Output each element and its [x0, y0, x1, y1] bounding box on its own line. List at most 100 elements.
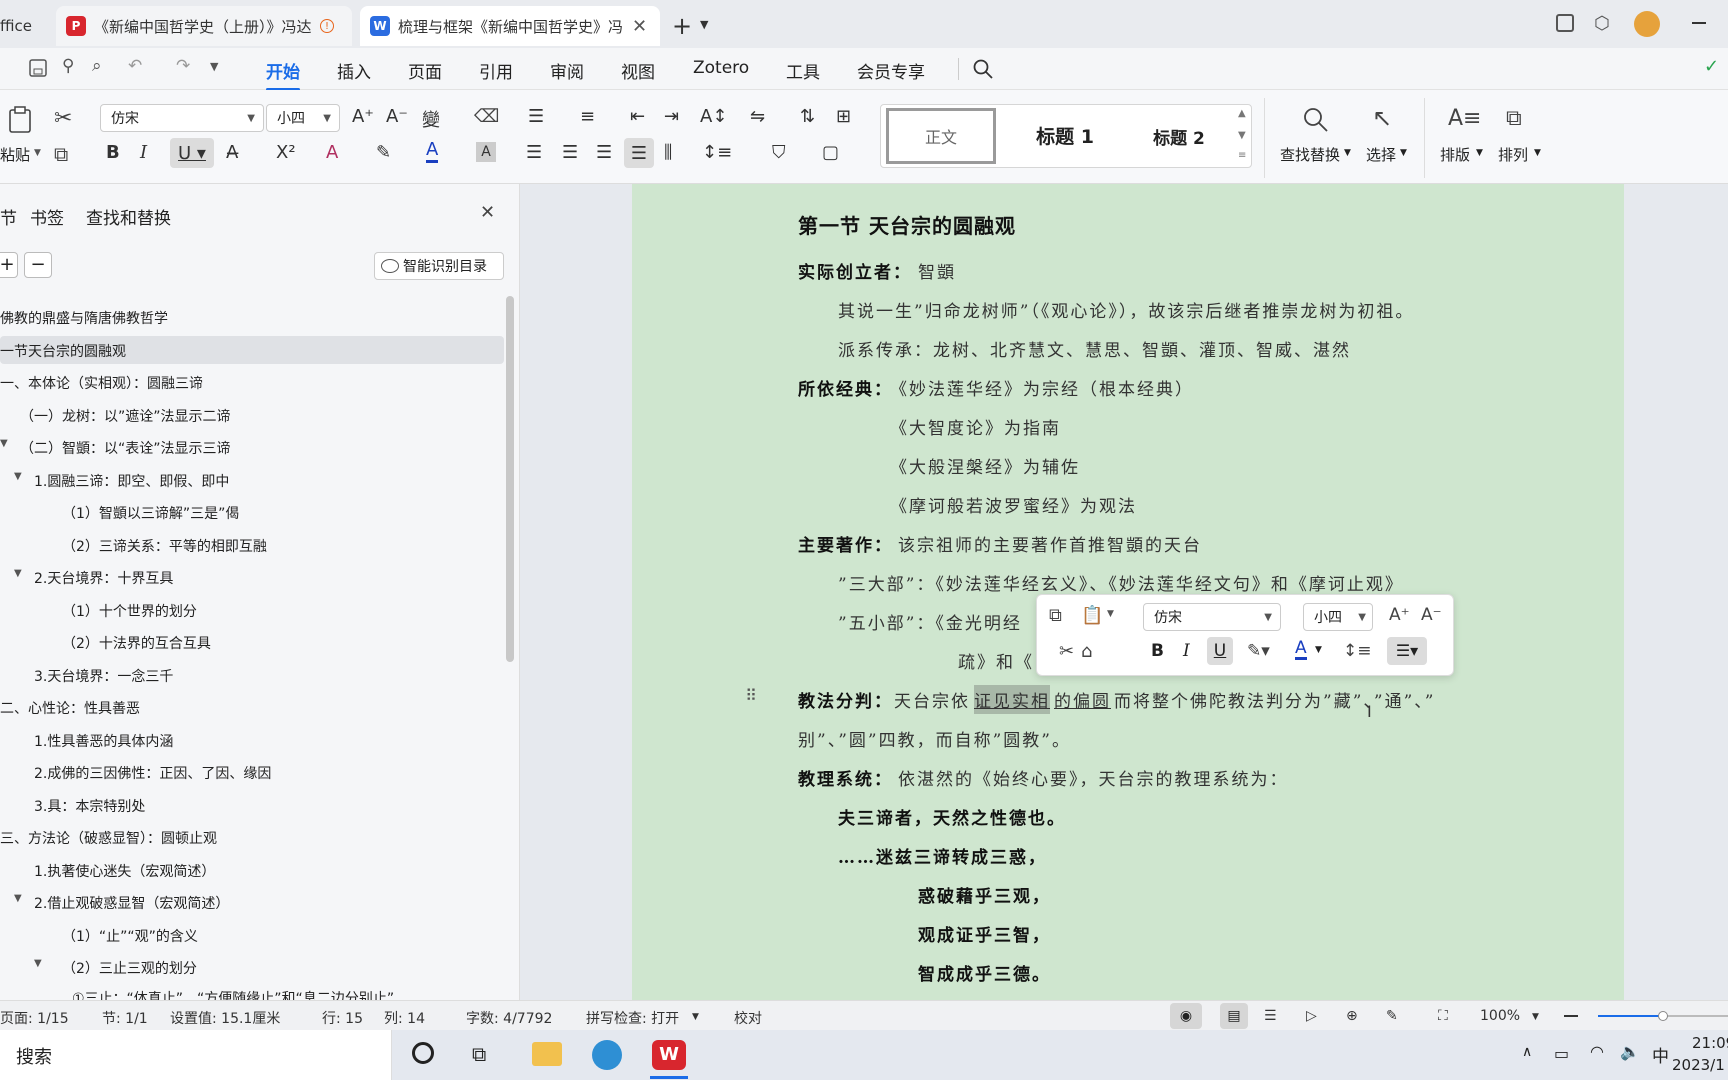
- toc-item[interactable]: （2）十法界的互合互具: [62, 633, 211, 653]
- collapse-triangle-icon[interactable]: ▼: [0, 438, 8, 449]
- distribute-button[interactable]: ⫼: [664, 142, 672, 163]
- chevron-down-icon[interactable]: ▼: [1315, 645, 1322, 655]
- cut-icon[interactable]: ✂: [54, 106, 72, 131]
- task-view-icon[interactable]: ⧉: [472, 1042, 486, 1066]
- tab-sections[interactable]: 节: [0, 204, 17, 229]
- clock-time[interactable]: 21:09: [1692, 1034, 1728, 1052]
- toc-item[interactable]: 二、心性论：性具善恶: [0, 698, 140, 718]
- toc-item[interactable]: 三、方法论（破惑显智）：圆顿止观: [0, 828, 217, 848]
- menu-zotero[interactable]: Zotero: [693, 58, 749, 78]
- toc-item[interactable]: 1.圆融三谛：即空、即假、即中: [34, 471, 229, 491]
- line-spacing-button[interactable]: ↕≡: [1343, 641, 1372, 661]
- chevron-down-icon[interactable]: ▼: [700, 18, 708, 31]
- battery-icon[interactable]: ▭: [1554, 1044, 1569, 1063]
- format-painter-icon[interactable]: ⌂: [1081, 641, 1092, 662]
- bold-button[interactable]: B: [1151, 641, 1164, 661]
- search-icon[interactable]: [1302, 106, 1330, 134]
- toc-item[interactable]: （二）智顗：以“表诠”法显示三谛: [20, 438, 231, 458]
- toc-item[interactable]: 3.具：本宗特别处: [34, 796, 145, 816]
- italic-button[interactable]: I: [1183, 641, 1190, 661]
- arrange-icon[interactable]: ⧉: [1506, 106, 1522, 131]
- align-button[interactable]: ☰▾: [1387, 637, 1427, 665]
- copy-icon[interactable]: ⧉: [54, 142, 68, 166]
- chevron-down-icon[interactable]: ▼: [210, 60, 218, 73]
- ime-indicator[interactable]: 中: [1652, 1042, 1669, 1067]
- taskbar-search[interactable]: 搜索: [0, 1030, 392, 1080]
- minimize-icon[interactable]: [1692, 22, 1706, 24]
- edge-icon[interactable]: [592, 1040, 622, 1070]
- shrink-font-icon[interactable]: A⁻: [1421, 605, 1442, 625]
- toc-item[interactable]: 2.成佛的三因佛性：正因、了因、缘因: [34, 763, 271, 783]
- underline-button[interactable]: U ▾: [170, 138, 214, 168]
- increase-indent-button[interactable]: ⇥: [664, 106, 679, 127]
- font-color-button[interactable]: A: [426, 140, 439, 163]
- strikethrough-button[interactable]: A̶: [226, 142, 238, 163]
- new-tab-icon[interactable]: +: [672, 12, 692, 40]
- proofread-button[interactable]: 校对: [734, 1008, 762, 1028]
- selected-text[interactable]: 证见实相: [974, 685, 1050, 714]
- style-normal[interactable]: 正文: [886, 108, 996, 164]
- redo-icon[interactable]: ↷: [176, 56, 190, 76]
- italic-button[interactable]: I: [140, 142, 147, 163]
- bold-button[interactable]: B: [106, 142, 120, 163]
- toc-item[interactable]: 2.天台境界：十界互具: [34, 568, 173, 588]
- toc-item[interactable]: （1）“止”“观”的含义: [62, 926, 198, 946]
- chevron-up-icon[interactable]: ∧: [1522, 1044, 1532, 1060]
- toc-item[interactable]: 3.天台境界：一念三千: [34, 666, 173, 686]
- style-heading2[interactable]: 标题 2: [1124, 124, 1234, 149]
- border-button[interactable]: ▢: [822, 142, 839, 163]
- volume-icon[interactable]: 🔈: [1620, 1042, 1640, 1061]
- chevron-up-icon[interactable]: ▲: [1238, 108, 1246, 119]
- tab-office[interactable]: ffice: [0, 6, 54, 46]
- expand-all-button[interactable]: +: [0, 252, 18, 278]
- eye-icon[interactable]: ◉: [1170, 1003, 1202, 1029]
- line-spacing-button[interactable]: ↕≡: [702, 142, 732, 163]
- toc-item[interactable]: 1.性具善恶的具体内涵: [34, 731, 173, 751]
- align-left-button[interactable]: ☰: [526, 142, 542, 163]
- cut-icon[interactable]: ✂: [1059, 641, 1074, 662]
- font-family-select[interactable]: 仿宋 ▼: [100, 104, 264, 132]
- font-size-select[interactable]: 小四 ▼: [266, 104, 340, 132]
- toc-item[interactable]: ①三止：“体真止”、“方便随缘止”和“息二边分别止”: [72, 988, 394, 1000]
- close-icon[interactable]: ✕: [480, 202, 495, 223]
- align-right-button[interactable]: ☰: [596, 142, 612, 163]
- arrange-button[interactable]: 排列: [1498, 144, 1528, 165]
- tab-doc[interactable]: W 梳理与框架《新编中国哲学史》冯 ✕: [360, 6, 660, 46]
- save-icon[interactable]: [28, 58, 48, 78]
- paste-label[interactable]: 粘贴: [0, 144, 30, 165]
- menu-view[interactable]: 视图: [621, 58, 655, 83]
- search-icon[interactable]: [972, 58, 994, 80]
- page-view-icon[interactable]: ▤: [1220, 1003, 1248, 1029]
- web-view-icon[interactable]: ⊕: [1346, 1008, 1358, 1024]
- tab-bookmarks[interactable]: 书签: [30, 204, 64, 229]
- close-icon[interactable]: ✕: [632, 16, 647, 37]
- copy-icon[interactable]: ⧉: [1049, 605, 1062, 626]
- grow-font-icon[interactable]: A⁺: [1389, 605, 1410, 625]
- underline-button[interactable]: U: [1207, 637, 1233, 665]
- layout-button[interactable]: 排版: [1440, 144, 1470, 165]
- collapse-triangle-icon[interactable]: ▼: [14, 471, 22, 482]
- drag-handle-icon[interactable]: ⠿: [742, 686, 760, 710]
- zoom-thumb[interactable]: [1658, 1011, 1668, 1021]
- menu-tools[interactable]: 工具: [786, 58, 820, 83]
- spell-check[interactable]: 拼写检查: 打开: [586, 1008, 679, 1028]
- chevron-down-icon[interactable]: ▼: [1532, 1012, 1539, 1022]
- col-value[interactable]: 列: 14: [384, 1008, 425, 1028]
- clock-date[interactable]: 2023/1: [1672, 1056, 1725, 1074]
- word-count[interactable]: 字数: 4/7792: [466, 1008, 552, 1028]
- chevron-down-icon[interactable]: ▼: [1107, 609, 1114, 619]
- zoom-slider[interactable]: [1598, 1011, 1728, 1021]
- toc-item[interactable]: （1）智顗以三谛解”三是”偈: [62, 503, 239, 523]
- cortana-icon[interactable]: [412, 1042, 434, 1064]
- undo-icon[interactable]: ↶: [128, 56, 142, 76]
- show-marks-button[interactable]: ⊞: [836, 106, 851, 127]
- tab-find-replace[interactable]: 查找和替换: [86, 204, 171, 229]
- sort-az-button[interactable]: ⇅: [800, 106, 815, 127]
- paragraph-shading-button[interactable]: ⛉: [772, 142, 786, 163]
- pen-icon[interactable]: ✎: [1386, 1008, 1398, 1024]
- collapse-all-button[interactable]: −: [24, 252, 52, 278]
- menu-vip[interactable]: 会员专享: [857, 58, 925, 83]
- share-icon[interactable]: ⚲: [62, 56, 74, 76]
- fit-page-icon[interactable]: ⛶: [1438, 1008, 1448, 1024]
- shrink-font-icon[interactable]: A⁻: [386, 106, 408, 127]
